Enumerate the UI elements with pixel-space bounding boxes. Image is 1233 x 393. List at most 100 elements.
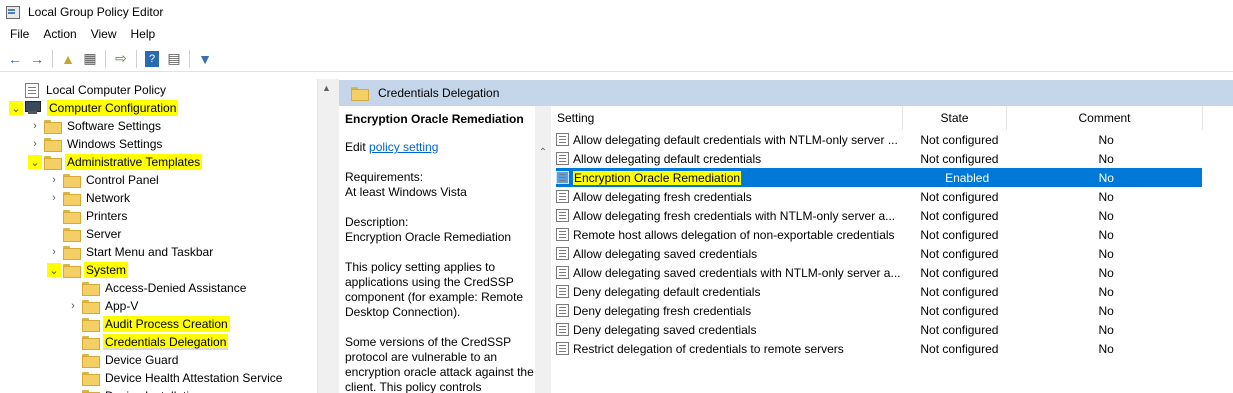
chevron-right-icon[interactable]: › — [28, 137, 42, 151]
scroll-up-icon[interactable]: ⌃ — [535, 144, 551, 160]
setting-name: Allow delegating fresh credentials — [573, 189, 752, 204]
chevron-right-icon[interactable]: › — [47, 245, 61, 259]
description-scrollbar[interactable]: ⌃ — [535, 106, 551, 393]
folder-icon — [63, 174, 81, 188]
export-list-icon[interactable]: ⇨ — [110, 48, 132, 70]
tree-item-label: Windows Settings — [67, 137, 163, 151]
tree-item[interactable]: Printers — [47, 207, 129, 225]
settings-row[interactable]: Allow delegating default credentials wit… — [556, 130, 1202, 149]
column-header-setting[interactable]: Setting — [551, 106, 903, 130]
filter-icon[interactable]: ▼ — [194, 48, 216, 70]
settings-row[interactable]: Deny delegating default credentials Not c… — [556, 282, 1202, 301]
chevron-down-icon[interactable]: ⌄ — [47, 263, 61, 277]
policy-setting-icon — [556, 190, 569, 203]
chevron-right-icon[interactable]: › — [28, 119, 42, 133]
tree-item-label: System — [84, 262, 129, 278]
settings-row[interactable]: Allow delegating default credentials Not … — [556, 149, 1202, 168]
menu-view[interactable]: View — [84, 27, 124, 41]
tree-item[interactable]: ⌄ Administrative Templates — [28, 153, 203, 171]
tree-item[interactable]: Device Guard — [66, 351, 180, 369]
column-header-state[interactable]: State — [903, 106, 1007, 130]
menu-help[interactable]: Help — [124, 27, 163, 41]
tree-item-label: Credentials Delegation — [103, 334, 229, 350]
chevron-right-icon[interactable]: › — [47, 191, 61, 205]
tree-item[interactable]: Server — [47, 225, 123, 243]
toolbar: ← → ▲ ▦ ⇨ ? ▤ ▼ — [0, 46, 1233, 72]
tree-item[interactable]: Credentials Delegation — [66, 333, 229, 351]
chevron-down-icon[interactable]: ⌄ — [9, 101, 23, 115]
window-title: Local Group Policy Editor — [28, 5, 164, 19]
policy-setting-icon — [556, 285, 569, 298]
tree-item[interactable]: › Device Installation — [66, 387, 204, 393]
setting-name-cell: Remote host allows delegation of non-exp… — [573, 228, 908, 242]
menu-file[interactable]: File — [3, 27, 36, 41]
description-title: Encryption Oracle Remediation — [345, 112, 524, 126]
policy-setting-icon — [556, 342, 569, 355]
forward-arrow-icon[interactable]: → — [26, 48, 48, 70]
tree-item[interactable]: › Windows Settings — [28, 135, 164, 153]
tree-item-label: Control Panel — [86, 173, 159, 187]
tree-item[interactable]: › Control Panel — [47, 171, 161, 189]
settings-row[interactable]: Allow delegating fresh credentials Not co… — [556, 187, 1202, 206]
tree-item[interactable]: › Network — [47, 189, 132, 207]
tree-item[interactable]: › Software Settings — [28, 117, 163, 135]
help-icon[interactable]: ? — [145, 50, 159, 67]
setting-name-cell: Allow delegating fresh credentials — [573, 190, 908, 204]
tree-item[interactable]: ⌄ Computer Configuration — [9, 99, 179, 117]
show-hide-tree-icon[interactable]: ▦ — [79, 48, 101, 70]
settings-row[interactable]: Allow delegating saved credentials Not co… — [556, 244, 1202, 263]
setting-comment: No — [1098, 341, 1114, 356]
tree-item[interactable]: ⌄ System — [47, 261, 129, 279]
setting-comment: No — [1098, 189, 1114, 204]
chevron-right-icon[interactable]: › — [47, 173, 61, 187]
back-arrow-icon[interactable]: ← — [4, 48, 26, 70]
folder-icon — [44, 120, 62, 134]
chevron-right-icon[interactable]: › — [66, 299, 80, 313]
tree-item[interactable]: Device Health Attestation Service — [66, 369, 284, 387]
folder-icon — [44, 156, 62, 170]
chevron-down-icon[interactable]: ⌄ — [28, 155, 42, 169]
title-bar: Local Group Policy Editor — [0, 0, 1233, 24]
policy-setting-link[interactable]: policy setting — [369, 140, 438, 154]
column-header-comment[interactable]: Comment — [1007, 106, 1203, 130]
setting-state: Not configured — [920, 208, 999, 223]
setting-name: Remote host allows delegation of non-exp… — [573, 227, 895, 242]
setting-name-cell: Allow delegating default credentials — [573, 152, 908, 166]
setting-comment: No — [1098, 284, 1114, 299]
policy-setting-icon — [556, 209, 569, 222]
tree-item[interactable]: › App-V — [66, 297, 140, 315]
setting-name-cell: Allow delegating saved credentials with … — [573, 266, 908, 280]
setting-state: Not configured — [920, 189, 999, 204]
scroll-up-icon[interactable]: ▲ — [318, 79, 335, 96]
settings-list: Setting State Comment Allow delegating d… — [551, 106, 1233, 393]
properties-icon[interactable]: ▤ — [163, 48, 185, 70]
tree-item[interactable]: Local Computer Policy — [9, 81, 168, 99]
setting-name: Allow delegating fresh credentials with … — [573, 208, 896, 223]
tree-item-label: Printers — [86, 209, 128, 223]
setting-name-cell: Encryption Oracle Remediation — [573, 170, 908, 185]
folder-icon — [63, 192, 81, 206]
settings-row[interactable]: Allow delegating saved credentials with … — [556, 263, 1202, 282]
chevron-right-icon[interactable]: › — [66, 389, 80, 393]
tree-item[interactable]: › Start Menu and Taskbar — [47, 243, 215, 261]
setting-state: Not configured — [920, 265, 999, 280]
requirements-value: At least Windows Vista — [345, 185, 467, 199]
up-folder-icon[interactable]: ▲ — [57, 48, 79, 70]
settings-row[interactable]: Deny delegating saved credentials Not con… — [556, 320, 1202, 339]
setting-state: Not configured — [920, 303, 999, 318]
setting-name: Encryption Oracle Remediation — [573, 170, 742, 185]
tree-item[interactable]: Access-Denied Assistance — [66, 279, 248, 297]
setting-name: Allow delegating default credentials — [573, 151, 762, 166]
setting-name: Allow delegating saved credentials — [573, 246, 758, 261]
settings-row[interactable]: Encryption Oracle Remediation Enabled No — [556, 168, 1202, 187]
settings-row[interactable]: Allow delegating fresh credentials with … — [556, 206, 1202, 225]
settings-row[interactable]: Restrict delegation of credentials to re… — [556, 339, 1202, 358]
tree-item[interactable]: Audit Process Creation — [66, 315, 230, 333]
menu-bar: File Action View Help — [0, 24, 1233, 44]
settings-row[interactable]: Remote host allows delegation of non-exp… — [556, 225, 1202, 244]
tree-scrollbar[interactable]: ▲ — [317, 79, 334, 393]
settings-row[interactable]: Deny delegating fresh credentials Not con… — [556, 301, 1202, 320]
menu-action[interactable]: Action — [36, 27, 83, 41]
tree-item-label: Device Health Attestation Service — [105, 371, 283, 385]
setting-name: Allow delegating saved credentials with … — [573, 265, 901, 280]
